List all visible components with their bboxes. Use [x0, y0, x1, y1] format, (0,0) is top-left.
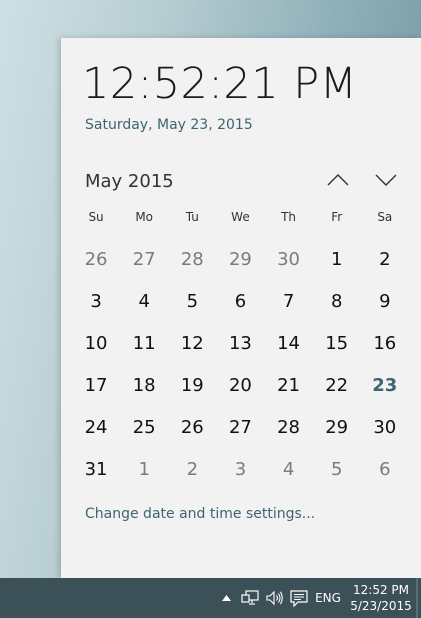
- calendar-week-row: 17 18 19 20 21 22 23: [72, 364, 409, 406]
- taskbar-time: 12:52 PM: [353, 583, 409, 597]
- calendar-day[interactable]: 10: [72, 322, 120, 364]
- calendar-week-row: 31 1 2 3 4 5 6: [72, 448, 409, 490]
- show-desktop-edge[interactable]: [416, 578, 418, 618]
- calendar-day[interactable]: 4: [265, 448, 313, 490]
- weekday-label: Sa: [377, 210, 393, 224]
- calendar-day[interactable]: 21: [265, 364, 313, 406]
- calendar-day[interactable]: 5: [313, 448, 361, 490]
- calendar-day[interactable]: 12: [168, 322, 216, 364]
- calendar-day[interactable]: 7: [265, 280, 313, 322]
- calendar-day[interactable]: 11: [120, 322, 168, 364]
- large-clock: 12:52:21 PM: [82, 59, 358, 109]
- calendar-day-today[interactable]: 23: [361, 364, 409, 406]
- calendar-week-row: 24 25 26 27 28 29 30: [72, 406, 409, 448]
- calendar-day[interactable]: 6: [216, 280, 264, 322]
- calendar-day[interactable]: 14: [265, 322, 313, 364]
- show-hidden-icons-button[interactable]: [217, 578, 235, 618]
- calendar-day[interactable]: 18: [120, 364, 168, 406]
- calendar-day[interactable]: 2: [168, 448, 216, 490]
- calendar-day[interactable]: 26: [168, 406, 216, 448]
- weekday-label: Tu: [185, 210, 199, 224]
- taskbar-date: 5/23/2015: [350, 599, 412, 613]
- calendar-day[interactable]: 28: [168, 238, 216, 280]
- calendar-day[interactable]: 17: [72, 364, 120, 406]
- calendar-day[interactable]: 1: [120, 448, 168, 490]
- weekday-label: Th: [281, 210, 297, 224]
- calendar-day[interactable]: 27: [216, 406, 264, 448]
- calendar-day[interactable]: 30: [361, 406, 409, 448]
- weekday-label: Su: [88, 210, 104, 224]
- month-year-header[interactable]: May 2015: [85, 171, 174, 192]
- calendar-week-row: 10 11 12 13 14 15 16: [72, 322, 409, 364]
- calendar-day[interactable]: 6: [361, 448, 409, 490]
- chevron-up-icon: [327, 174, 349, 186]
- taskbar-clock[interactable]: 12:52 PM 5/23/2015: [348, 578, 414, 618]
- calendar-flyout: 12:52:21 PM Saturday, May 23, 2015 May 2…: [61, 38, 421, 578]
- calendar-day[interactable]: 4: [120, 280, 168, 322]
- calendar-day[interactable]: 26: [72, 238, 120, 280]
- previous-month-button[interactable]: [323, 168, 353, 192]
- input-language-indicator[interactable]: ENG: [312, 578, 344, 618]
- calendar-week-row: 26 27 28 29 30 1 2: [72, 238, 409, 280]
- calendar-day[interactable]: 27: [120, 238, 168, 280]
- calendar-day[interactable]: 20: [216, 364, 264, 406]
- calendar-day[interactable]: 13: [216, 322, 264, 364]
- calendar-day[interactable]: 28: [265, 406, 313, 448]
- calendar-day[interactable]: 2: [361, 238, 409, 280]
- calendar-day[interactable]: 9: [361, 280, 409, 322]
- calendar-day[interactable]: 15: [313, 322, 361, 364]
- calendar-day[interactable]: 29: [216, 238, 264, 280]
- weekday-label: Mo: [135, 210, 154, 224]
- chevron-down-icon: [375, 174, 397, 186]
- calendar-day[interactable]: 25: [120, 406, 168, 448]
- calendar-day[interactable]: 3: [72, 280, 120, 322]
- action-center-icon: [290, 590, 308, 607]
- network-icon: [241, 590, 259, 605]
- calendar-day[interactable]: 8: [313, 280, 361, 322]
- weekday-header-row: Su Mo Tu We Th Fr Sa: [72, 210, 409, 224]
- calendar-day[interactable]: 24: [72, 406, 120, 448]
- calendar-day[interactable]: 16: [361, 322, 409, 364]
- next-month-button[interactable]: [371, 168, 401, 192]
- calendar-day[interactable]: 19: [168, 364, 216, 406]
- long-date[interactable]: Saturday, May 23, 2015: [85, 117, 253, 133]
- volume-icon: [266, 590, 283, 606]
- action-center-tray-icon[interactable]: [288, 578, 310, 618]
- calendar-day[interactable]: 1: [313, 238, 361, 280]
- volume-tray-icon[interactable]: [264, 578, 286, 618]
- calendar-day[interactable]: 31: [72, 448, 120, 490]
- calendar-day[interactable]: 30: [265, 238, 313, 280]
- weekday-label: Fr: [331, 210, 343, 224]
- calendar-day[interactable]: 29: [313, 406, 361, 448]
- change-date-time-settings-link[interactable]: Change date and time settings...: [85, 506, 315, 522]
- calendar-day[interactable]: 5: [168, 280, 216, 322]
- calendar-week-row: 3456789: [72, 280, 409, 322]
- network-tray-icon[interactable]: [238, 578, 262, 618]
- weekday-label: We: [231, 210, 250, 224]
- chevron-up-icon: [221, 595, 231, 601]
- calendar-day[interactable]: 3: [216, 448, 264, 490]
- taskbar: ENG 12:52 PM 5/23/2015: [0, 578, 421, 618]
- calendar-day[interactable]: 22: [313, 364, 361, 406]
- calendar-grid: 26 27 28 29 30 1 2 3 4 5 6 7 8 9 10 11 12 13 14 15 16 17 18 19 2…: [72, 238, 409, 490]
